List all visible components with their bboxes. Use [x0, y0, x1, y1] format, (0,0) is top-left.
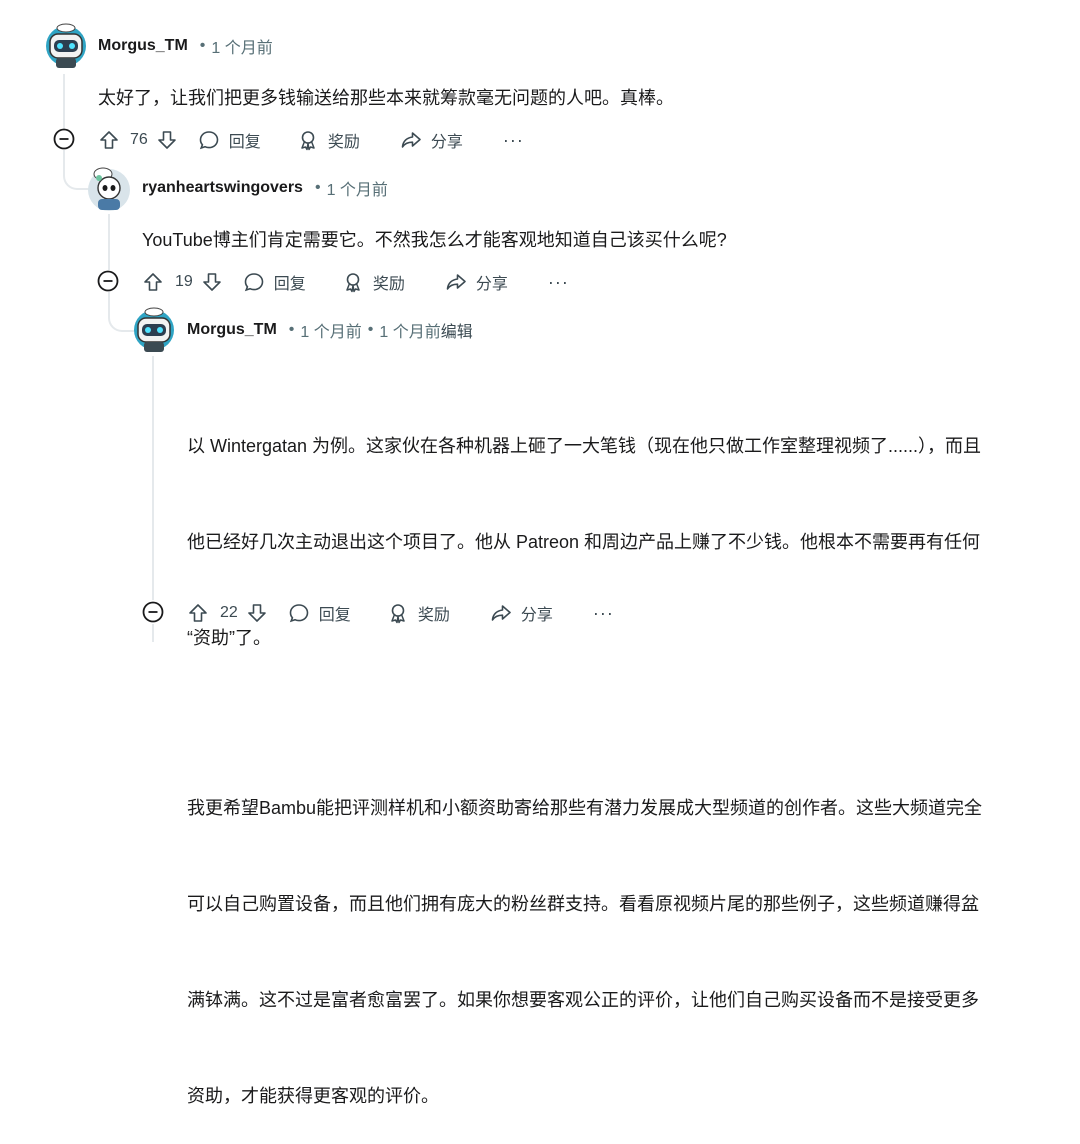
minus-circle-icon	[53, 128, 75, 150]
award-label: 奖励	[327, 134, 360, 151]
share-label: 分享	[430, 134, 463, 151]
reply-label: 回复	[318, 607, 351, 624]
share-icon	[446, 274, 466, 290]
share-button[interactable]: 分享	[490, 601, 553, 625]
timestamp[interactable]: 1 个月前	[327, 176, 388, 200]
award-icon	[301, 131, 315, 151]
body-line: 资助，才能获得更客观的评价。	[187, 1086, 439, 1106]
vote-count: 76	[130, 131, 148, 148]
share-label: 分享	[475, 276, 508, 293]
arrow-down-icon	[157, 131, 176, 149]
reply-button[interactable]: 回复	[243, 270, 306, 294]
more-options-button[interactable]: ···	[548, 272, 569, 293]
more-options-button[interactable]: ···	[503, 130, 524, 151]
thread-line	[108, 214, 110, 270]
avatar[interactable]	[132, 306, 176, 352]
award-button[interactable]: 奖励	[387, 601, 450, 625]
vote-count: 19	[175, 273, 193, 290]
comment-header: Morgus_TM • 1 个月前 • 1 个月前 编辑	[187, 318, 473, 342]
upvote-button[interactable]	[98, 129, 120, 151]
reply-button[interactable]: 回复	[288, 601, 351, 625]
edited-label: 编辑	[440, 324, 473, 341]
collapse-button[interactable]	[97, 270, 119, 292]
reply-label: 回复	[273, 276, 306, 293]
arrow-up-icon	[189, 604, 207, 622]
separator-dot: •	[367, 321, 374, 338]
award-label: 奖励	[372, 276, 405, 293]
share-icon	[491, 605, 511, 621]
minus-circle-icon	[142, 601, 164, 623]
separator-dot: •	[199, 37, 206, 54]
separator-dot: •	[288, 321, 295, 338]
comment-bubble-icon	[244, 273, 264, 292]
minus-circle-icon	[97, 270, 119, 292]
body-line: 满钵满。这不过是富者愈富罢了。如果你想要客观公正的评价，让他们自己购买设备而不是…	[187, 990, 979, 1010]
timestamp[interactable]: 1 个月前	[300, 318, 361, 342]
author-name[interactable]: Morgus_TM	[187, 321, 277, 339]
avatar[interactable]	[44, 22, 88, 68]
comment-body: YouTube博主们肯定需要它。不然我怎么才能客观地知道自己该买什么呢?	[142, 230, 727, 250]
more-options-button[interactable]: ···	[593, 603, 614, 624]
award-icon	[346, 273, 360, 293]
downvote-button[interactable]	[246, 602, 268, 624]
body-line: 可以自己购置设备，而且他们拥有庞大的粉丝群支持。看看原视频片尾的那些例子，这些频…	[187, 894, 979, 914]
thread-line	[63, 74, 65, 129]
edited-timestamp: 1 个月前	[379, 324, 441, 341]
separator-dot: •	[314, 179, 321, 196]
vote-count: 22	[220, 604, 238, 621]
author-name[interactable]: ryanheartswingovers	[142, 179, 303, 197]
reply-label: 回复	[228, 134, 261, 151]
collapse-button[interactable]	[53, 128, 75, 150]
comment-bubble-icon	[289, 604, 309, 623]
comment-actions: 22 回复 奖励 分享 ···	[187, 599, 614, 627]
arrow-up-icon	[100, 131, 118, 149]
arrow-up-icon	[144, 273, 162, 291]
comment-bubble-icon	[199, 131, 219, 150]
body-line: 我更希望Bambu能把评测样机和小额资助寄给那些有潜力发展成大型频道的创作者。这…	[187, 798, 983, 818]
share-icon	[401, 132, 421, 148]
share-button[interactable]: 分享	[445, 270, 508, 294]
author-name[interactable]: Morgus_TM	[98, 37, 188, 55]
share-label: 分享	[520, 607, 553, 624]
comment-header: Morgus_TM • 1 个月前	[98, 34, 273, 58]
award-button[interactable]: 奖励	[342, 270, 405, 294]
upvote-button[interactable]	[187, 602, 209, 624]
downvote-button[interactable]	[156, 129, 178, 151]
comment-actions: 19 回复 奖励 分享 ···	[142, 268, 569, 296]
comment-actions: 76 回复 奖励 分享 ···	[98, 126, 524, 154]
award-button[interactable]: 奖励	[297, 128, 360, 152]
avatar[interactable]	[87, 166, 131, 211]
upvote-button[interactable]	[142, 271, 164, 293]
arrow-down-icon	[247, 604, 266, 622]
thread-line	[152, 624, 154, 642]
thread-line	[152, 356, 154, 600]
timestamp[interactable]: 1 个月前	[211, 34, 272, 58]
downvote-button[interactable]	[201, 271, 223, 293]
comment-header: ryanheartswingovers • 1 个月前	[142, 176, 388, 200]
body-line: 以 Wintergatan 为例。这家伙在各种机器上砸了一大笔钱（现在他只做工作…	[187, 436, 982, 456]
collapse-button[interactable]	[142, 601, 164, 623]
reply-button[interactable]: 回复	[198, 128, 261, 152]
comment-body: 以 Wintergatan 为例。这家伙在各种机器上砸了一大笔钱（现在他只做工作…	[187, 366, 1067, 1144]
body-line: 他已经好几次主动退出这个项目了。他从 Patreon 和周边产品上赚了不少钱。他…	[187, 532, 981, 552]
comment-body: 太好了，让我们把更多钱输送给那些本来就筹款毫无问题的人吧。真棒。	[98, 88, 674, 108]
arrow-down-icon	[202, 273, 221, 291]
award-icon	[391, 604, 405, 624]
award-label: 奖励	[417, 607, 450, 624]
thread-connector	[63, 150, 89, 190]
share-button[interactable]: 分享	[400, 128, 463, 152]
